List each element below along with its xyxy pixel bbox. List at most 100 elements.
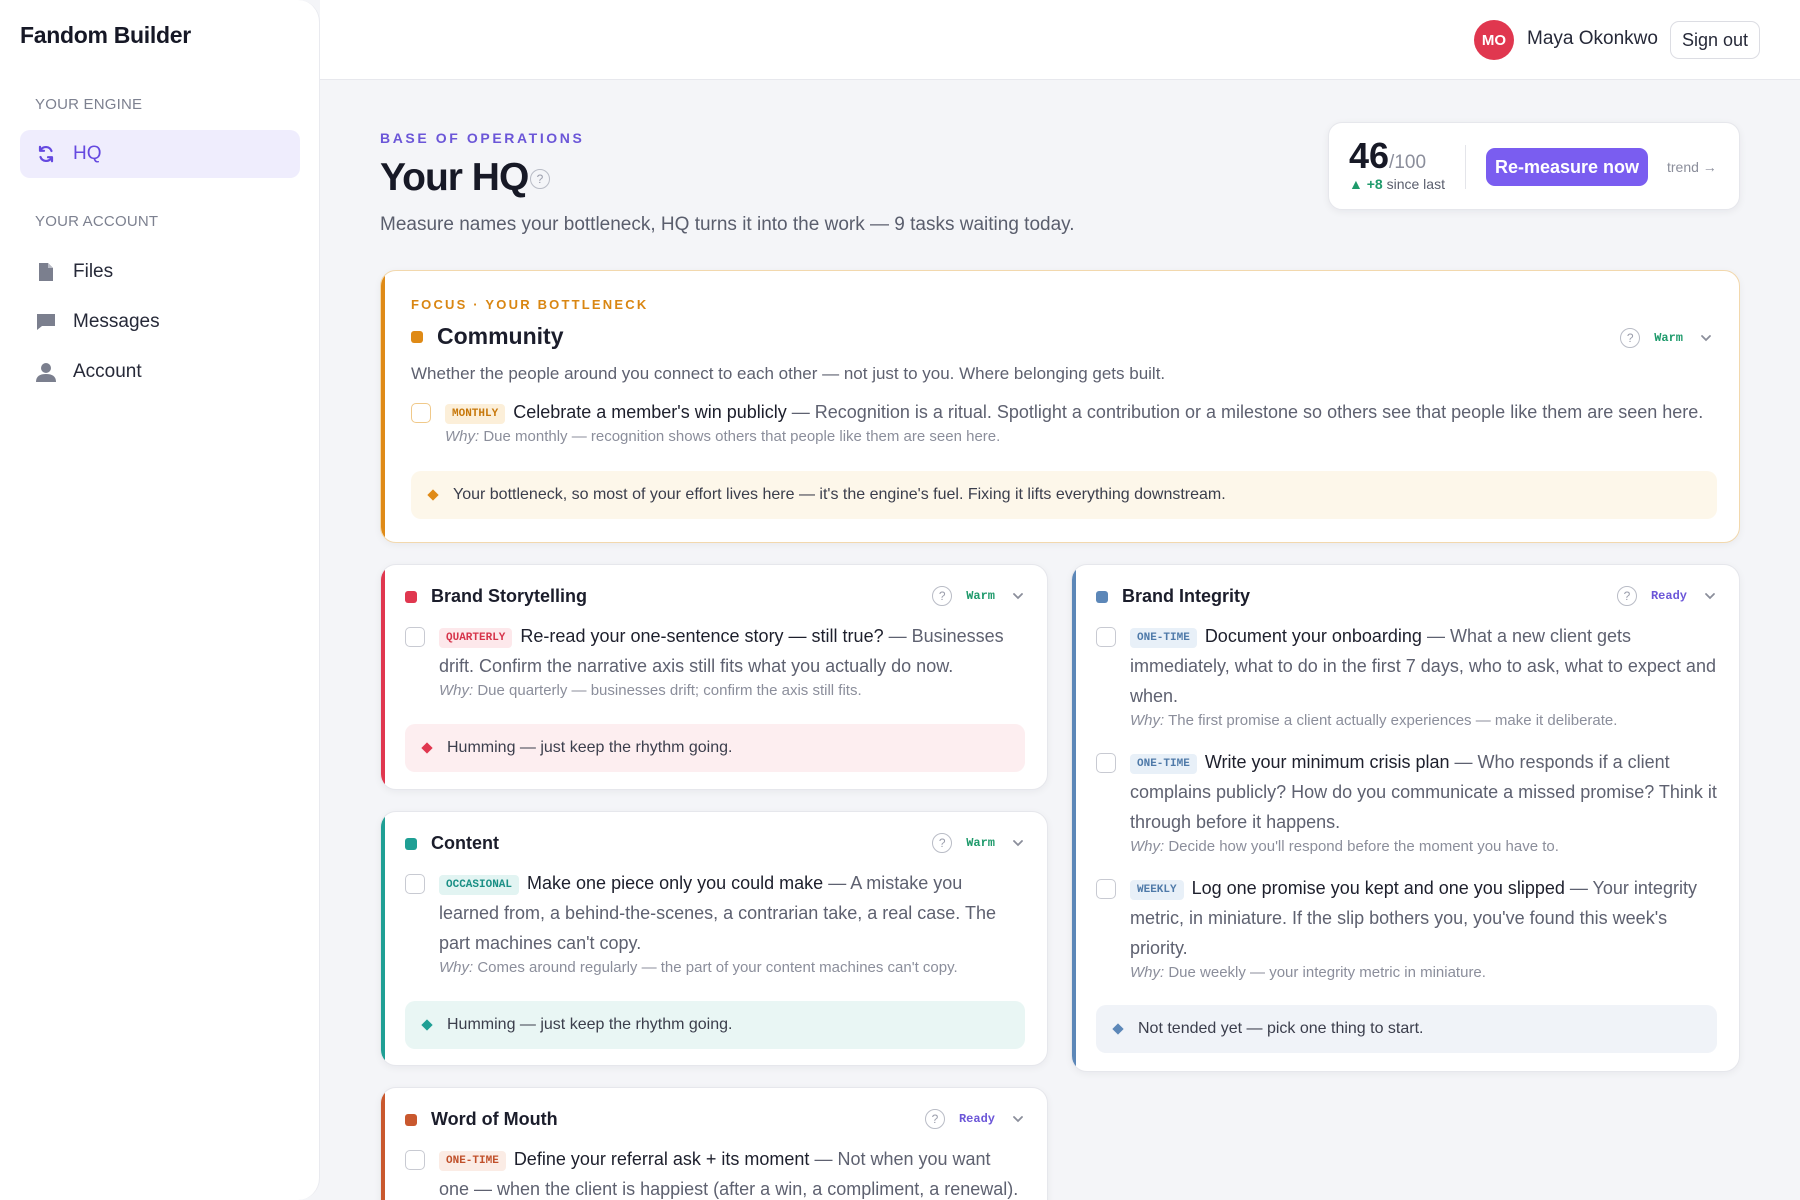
task-text: OCCASIONAL Make one piece only you could … (439, 868, 1025, 978)
card-header: Content (405, 833, 499, 854)
frequency-tag: MONTHLY (445, 404, 506, 424)
status-badge: Ready (958, 1112, 995, 1126)
task-title[interactable]: Celebrate a member's win publicly (513, 402, 787, 422)
status-badge: Warm (966, 589, 995, 603)
sidebar-item-messages[interactable]: Messages (20, 298, 300, 346)
help-icon[interactable]: ? (1616, 586, 1637, 606)
sidebar-item-label: Account (73, 361, 142, 382)
task-checkbox[interactable] (411, 403, 431, 423)
section-label-engine: YOUR ENGINE (35, 96, 143, 113)
card-title: Brand Storytelling (431, 586, 588, 606)
status-badge: Warm (966, 836, 995, 850)
sidebar-item-account[interactable]: Account (20, 348, 300, 396)
category-color-swatch (405, 1113, 417, 1126)
score-max: /100 (1389, 152, 1427, 173)
task-why: Why: Comes around regularly — the part o… (439, 959, 958, 976)
page-subtitle: Measure names your bottleneck, HQ turns … (380, 214, 1075, 235)
task-title[interactable]: Write your minimum crisis plan (1205, 752, 1450, 772)
focus-eyebrow: FOCUS · YOUR BOTTLENECK (411, 297, 649, 312)
card-header: Word of Mouth (405, 1109, 558, 1130)
score-value: 46/100 (1349, 135, 1427, 176)
user-name: Maya Okonkwo (1527, 28, 1658, 49)
frequency-tag: ONE-TIME (439, 1151, 506, 1171)
help-icon[interactable]: ? (932, 586, 953, 606)
section-label-account: YOUR ACCOUNT (35, 213, 159, 230)
task-title[interactable]: Re-read your one-sentence story — still … (520, 626, 883, 646)
task-text: WEEKLY Log one promise you kept and one y… (1130, 873, 1720, 983)
help-icon[interactable]: ? (530, 169, 550, 189)
task-title[interactable]: Make one piece only you could make (527, 873, 823, 893)
chevron-down-icon[interactable] (1011, 836, 1025, 850)
note-text: Humming — just keep the rhythm going. (447, 1016, 733, 1033)
task-checkbox[interactable] (1096, 879, 1116, 899)
help-icon[interactable]: ? (932, 833, 953, 853)
chat-icon (35, 311, 57, 333)
frequency-tag: WEEKLY (1130, 880, 1184, 900)
status-badge: Ready (1650, 589, 1687, 603)
sidebar: Fandom Builder YOUR ENGINE HQ YOUR ACCOU… (0, 0, 320, 1200)
card-header: Brand Integrity (1096, 586, 1250, 607)
task-why: Why: The first promise a client actually… (1130, 712, 1618, 729)
sidebar-item-label: HQ (73, 143, 102, 164)
task-why: Why: Due weekly — your integrity metric … (1130, 964, 1486, 981)
diamond-icon (421, 742, 433, 754)
frequency-tag: QUARTERLY (439, 628, 513, 648)
task-description: — Recognition is a ritual. Spotlight a c… (786, 402, 1704, 422)
card-title: Community (437, 323, 564, 349)
task-text: ONE-TIME Write your minimum crisis plan —… (1130, 747, 1720, 857)
task-title[interactable]: Define your referral ask + its moment (514, 1149, 810, 1169)
card-brand-integrity: Brand Integrity ? Ready ONE-TIME Document… (1071, 564, 1740, 1072)
note-text: Humming — just keep the rhythm going. (447, 739, 733, 756)
task-title[interactable]: Document your onboarding (1205, 626, 1422, 646)
sidebar-item-label: Messages (73, 311, 160, 332)
card-controls: ? Ready (924, 1109, 1025, 1129)
task-checkbox[interactable] (405, 1150, 425, 1170)
status-note: Not tended yet — pick one thing to start… (1096, 1005, 1717, 1053)
sign-out-button[interactable]: Sign out (1670, 21, 1760, 59)
category-color-swatch (411, 330, 423, 343)
help-icon[interactable]: ? (924, 1109, 945, 1129)
task-checkbox[interactable] (405, 627, 425, 647)
card-title: Brand Integrity (1122, 586, 1251, 606)
delta-label: since last (1382, 176, 1445, 192)
task-why: Why: Due quarterly — businesses drift; c… (439, 682, 862, 699)
avatar[interactable]: MO (1474, 20, 1514, 60)
diamond-icon (1112, 1023, 1124, 1035)
task-text: ONE-TIME Document your onboarding — What … (1130, 621, 1720, 731)
task-why: Why: Decide how you'll respond before th… (1130, 838, 1559, 855)
task-checkbox[interactable] (405, 874, 425, 894)
page-title: Your HQ (380, 156, 529, 199)
card-header: Brand Storytelling (405, 586, 587, 607)
diamond-icon (421, 1019, 433, 1031)
note-text: Not tended yet — pick one thing to start… (1138, 1020, 1424, 1037)
bottleneck-note: Your bottleneck, so most of your effort … (411, 471, 1717, 519)
card-controls: ? Warm (932, 586, 1025, 606)
user-icon (35, 361, 57, 383)
score-card: 46/100 ▲ +8 since last Re-measure now tr… (1328, 122, 1740, 210)
chevron-down-icon[interactable] (1011, 589, 1025, 603)
file-icon (35, 261, 57, 283)
sidebar-item-hq[interactable]: HQ (20, 130, 300, 178)
refresh-icon (35, 143, 57, 165)
task-title[interactable]: Log one promise you kept and one you sli… (1192, 878, 1565, 898)
brand-logo[interactable]: Fandom Builder (20, 22, 191, 49)
status-note: Humming — just keep the rhythm going. (405, 1001, 1025, 1049)
frequency-tag: ONE-TIME (1130, 754, 1197, 774)
chevron-down-icon[interactable] (1703, 589, 1717, 603)
help-icon[interactable]: ? (1620, 328, 1641, 348)
category-color-swatch (1096, 590, 1108, 603)
diamond-icon (427, 489, 439, 501)
card-controls: ? Warm (1620, 328, 1713, 348)
card-controls: ? Ready (1616, 586, 1717, 606)
card-controls: ? Warm (932, 833, 1025, 853)
category-color-swatch (405, 590, 417, 603)
chevron-down-icon[interactable] (1699, 331, 1713, 345)
chevron-down-icon[interactable] (1011, 1112, 1025, 1126)
sidebar-item-files[interactable]: Files (20, 248, 300, 296)
task-checkbox[interactable] (1096, 627, 1116, 647)
card-header: Community (411, 323, 564, 350)
re-measure-button[interactable]: Re-measure now (1486, 148, 1648, 186)
trend-link[interactable]: trend → (1667, 159, 1717, 175)
task-text: ONE-TIME Define your referral ask + its m… (439, 1144, 1025, 1200)
task-checkbox[interactable] (1096, 753, 1116, 773)
